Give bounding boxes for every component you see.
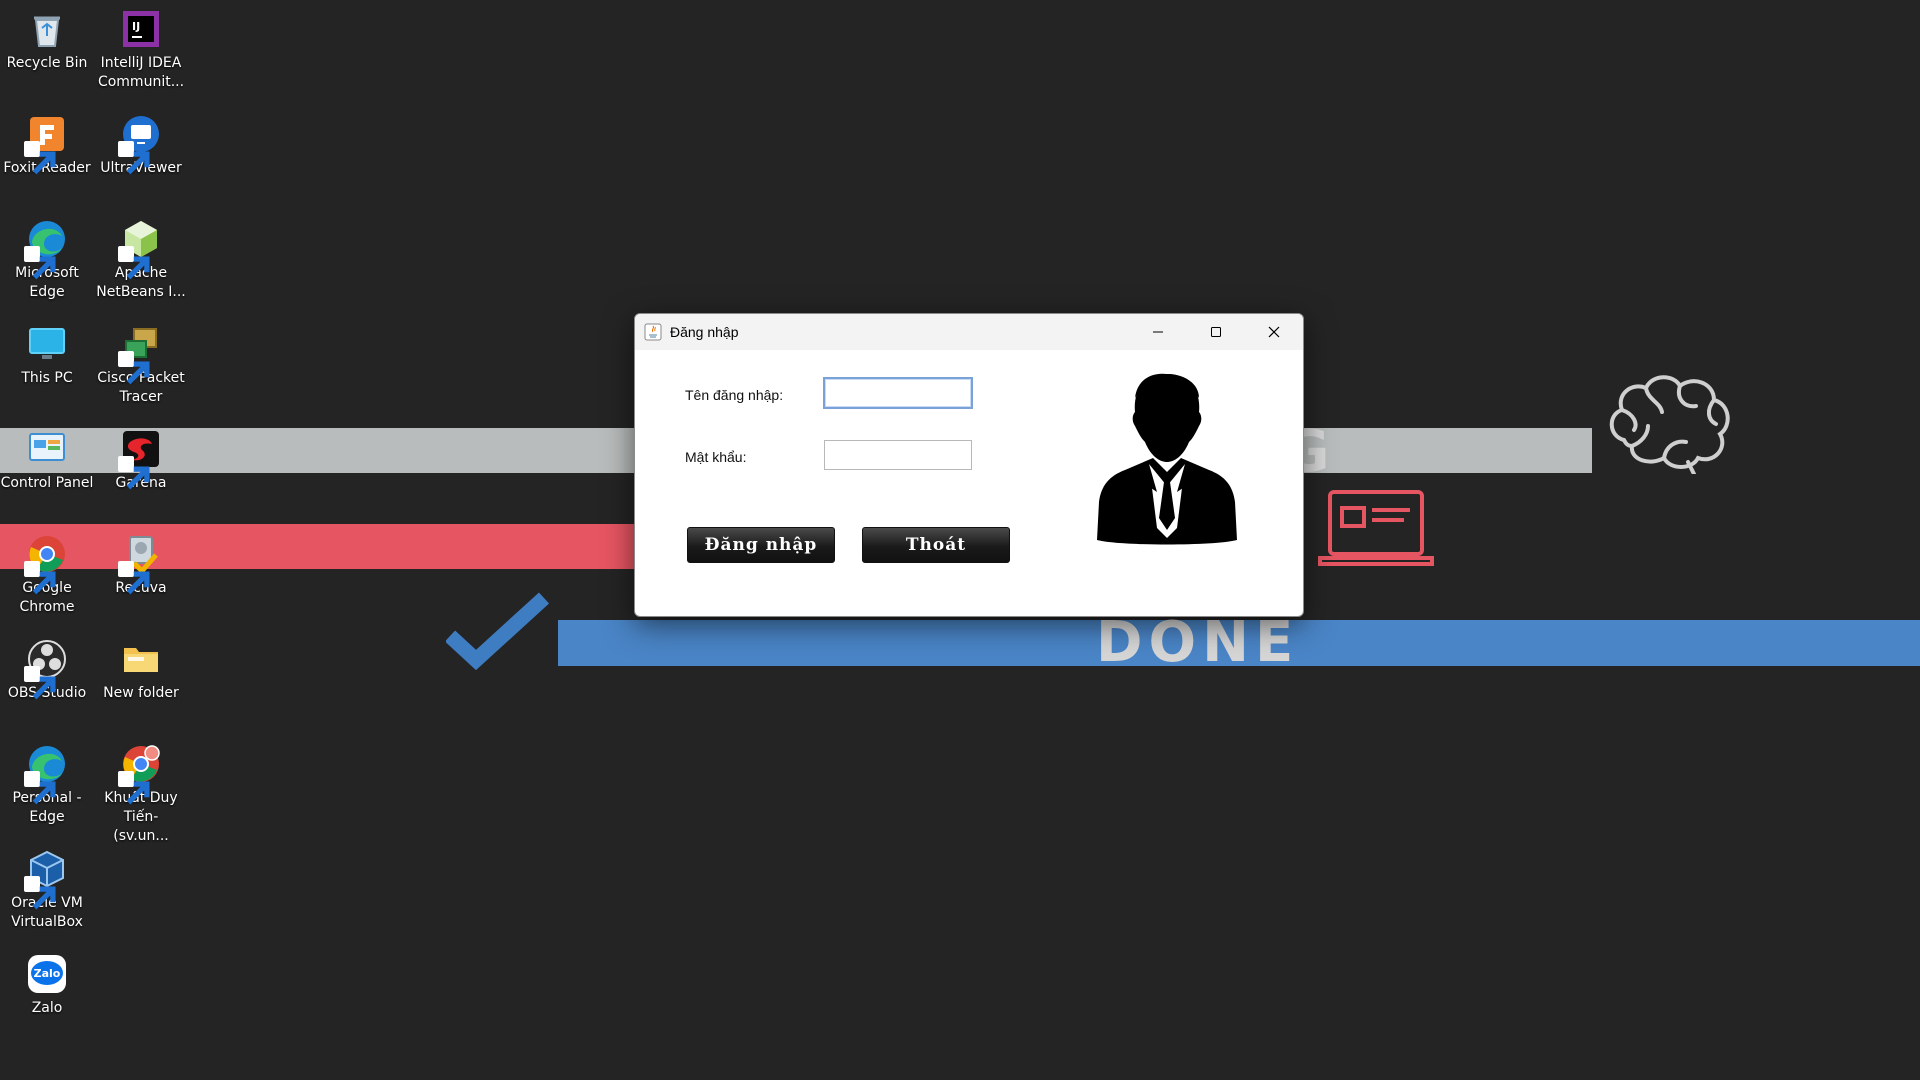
desktop-icon-garena[interactable]: Garena [94, 422, 188, 493]
window-title: Đăng nhập [670, 324, 739, 340]
desktop-icon-apache-netbeans[interactable]: Apache NetBeans I... [94, 212, 188, 302]
garena-icon [118, 428, 162, 490]
maximize-icon [1211, 327, 1221, 337]
desktop-icon-label: Zalo [31, 1000, 63, 1016]
edge-icon [24, 743, 68, 805]
shortcut-arrow-icon [118, 561, 150, 595]
desktop-icon-obs-studio[interactable]: OBS Studio [0, 632, 94, 703]
desktop-icon-personal-edge[interactable]: Personal - Edge [0, 737, 94, 827]
desktop-icon-zalo[interactable]: Zalo Zalo [0, 947, 94, 1018]
desktop-icon-new-folder[interactable]: New folder [94, 632, 188, 703]
shortcut-arrow-icon [118, 456, 150, 490]
maximize-button[interactable] [1187, 314, 1245, 350]
brain-icon [1604, 370, 1736, 478]
edge-icon [24, 218, 68, 280]
java-app-icon [644, 323, 662, 341]
user-avatar-icon [1097, 368, 1237, 550]
netbeans-icon [118, 218, 162, 280]
intellij-icon: IJ [120, 8, 162, 50]
shortcut-arrow-icon [24, 666, 56, 700]
desktop-icon-this-pc[interactable]: This PC [0, 317, 94, 388]
desktop-icon-label: Recycle Bin [6, 55, 88, 71]
shortcut-arrow-icon [118, 246, 150, 280]
exit-button[interactable]: Thoát [862, 527, 1010, 563]
checkmark-icon [444, 592, 550, 678]
ultraviewer-icon [118, 113, 162, 175]
shortcut-arrow-icon [24, 246, 56, 280]
login-window[interactable]: Đăng nhập Tên đăng nhập: Mật khẩu: Đăng … [634, 313, 1304, 617]
shortcut-arrow-icon [118, 771, 150, 805]
desktop-icon-label: IntelliJ IDEA Communit... [97, 55, 185, 90]
login-button[interactable]: Đăng nhập [687, 527, 835, 563]
foxit-reader-icon [24, 113, 68, 175]
close-button[interactable] [1245, 314, 1303, 350]
chrome-icon [24, 533, 68, 595]
desktop-icon-recycle-bin[interactable]: Recycle Bin [0, 2, 94, 73]
shortcut-arrow-icon [24, 876, 56, 910]
monitor-icon [26, 323, 68, 365]
desktop-icon-intellij-idea[interactable]: IJ IntelliJ IDEA Communit... [94, 2, 188, 92]
wallpaper-done-text: DONE [1096, 610, 1300, 675]
shortcut-arrow-icon [24, 561, 56, 595]
shortcut-arrow-icon [118, 351, 150, 385]
control-panel-icon [26, 428, 68, 470]
packet-tracer-icon [118, 323, 162, 385]
desktop-icon-cisco-packet-tracer[interactable]: Cisco Packet Tracer [94, 317, 188, 407]
recuva-icon [118, 533, 162, 595]
close-icon [1268, 326, 1280, 338]
virtualbox-icon [24, 848, 68, 910]
laptop-icon [1318, 488, 1434, 574]
recycle-bin-icon [26, 8, 68, 50]
desktop-icon-microsoft-edge[interactable]: Microsoft Edge [0, 212, 94, 302]
shortcut-arrow-icon [24, 771, 56, 805]
shortcut-arrow-icon [118, 141, 150, 175]
desktop-icon-foxit-reader[interactable]: Foxit Reader [0, 107, 94, 178]
desktop-icon-recuva[interactable]: Recuva [94, 527, 188, 598]
desktop-icon-virtualbox[interactable]: Oracle VM VirtualBox [0, 842, 94, 932]
desktop-icon-google-chrome[interactable]: Google Chrome [0, 527, 94, 617]
folder-icon [120, 638, 162, 680]
desktop-icon-label: This PC [21, 370, 73, 386]
minimize-button[interactable] [1129, 314, 1187, 350]
username-label: Tên đăng nhập: [685, 387, 784, 403]
desktop-icon-ultraviewer[interactable]: UltraViewer [94, 107, 188, 178]
svg-text:IJ: IJ [132, 20, 140, 33]
desktop-icon-control-panel[interactable]: Control Panel [0, 422, 94, 493]
zalo-icon: Zalo [26, 953, 68, 995]
svg-text:Zalo: Zalo [34, 967, 61, 980]
chrome-profile-icon [118, 743, 162, 805]
shortcut-arrow-icon [24, 141, 56, 175]
password-input[interactable] [824, 440, 972, 470]
password-label: Mật khẩu: [685, 449, 747, 465]
title-bar[interactable]: Đăng nhập [635, 314, 1303, 350]
username-input[interactable] [823, 377, 973, 409]
desktop-icon-khuat-duy-tien-profile[interactable]: Khuất Duy Tiến- (sv.un... [94, 737, 188, 846]
obs-icon [24, 638, 68, 700]
desktop-icon-label: New folder [103, 685, 179, 701]
minimize-icon [1153, 331, 1163, 333]
desktop-icon-label: Control Panel [0, 475, 94, 491]
